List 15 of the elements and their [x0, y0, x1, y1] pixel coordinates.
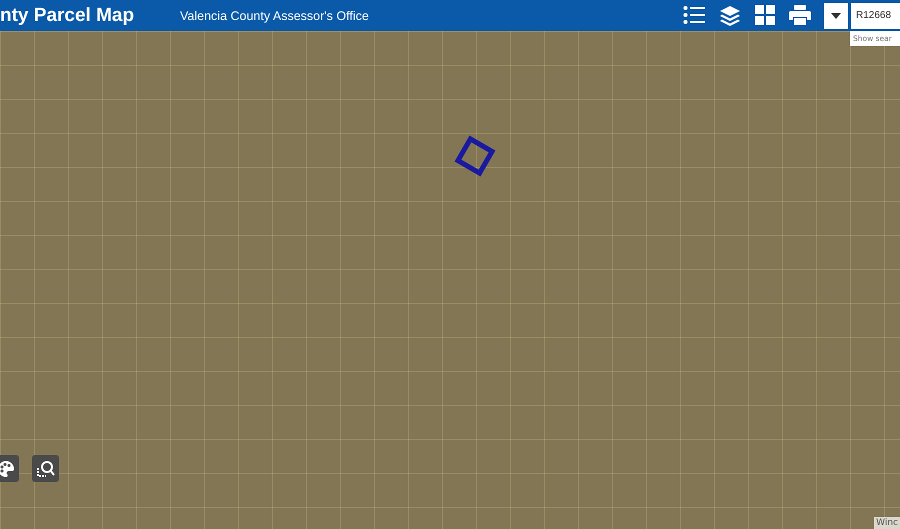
caret-icon [831, 12, 841, 18]
map-tool-button[interactable] [0, 455, 19, 482]
attribution-text: Winc [874, 517, 900, 529]
list-icon [683, 4, 705, 26]
grid-icon [755, 4, 775, 26]
office-name: Valencia County Assessor's Office [180, 8, 370, 22]
layers-icon [719, 4, 741, 26]
parcel-outline [454, 136, 496, 176]
dropdown-button[interactable] [824, 2, 848, 28]
printer-icon [789, 4, 811, 26]
app-title: nty Parcel Map [0, 4, 136, 26]
zoom-area-icon [36, 460, 54, 478]
search-field[interactable]: R12668 [851, 2, 900, 28]
palette-icon [0, 460, 14, 478]
zoom-area-button[interactable] [32, 455, 59, 482]
